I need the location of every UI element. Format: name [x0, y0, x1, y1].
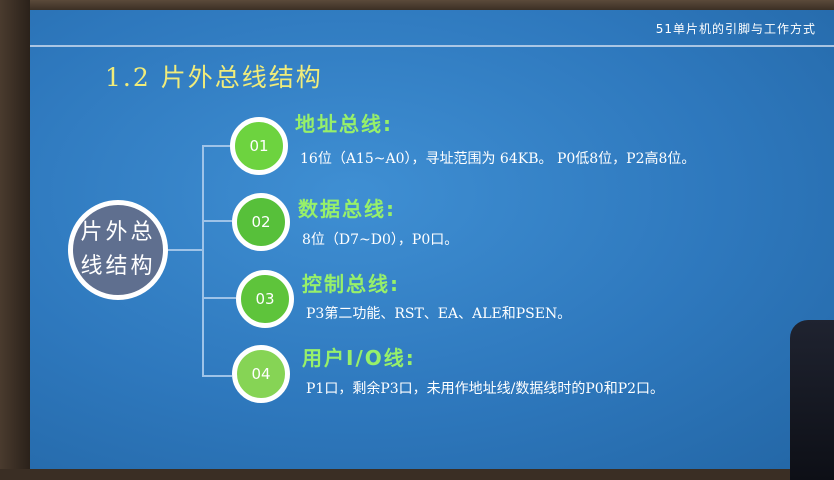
connector-branch-02: [202, 220, 232, 222]
badge-04-number: 04: [251, 365, 271, 383]
item-03-desc: P3第二功能、RST、EA、ALE和PSEN。: [306, 306, 572, 322]
connector-branch-04: [202, 375, 232, 377]
item-01-desc: 16位（A15~A0），寻址范围为 64KB。 P0低8位，P2高8位。: [300, 151, 696, 167]
badge-01: 01: [230, 117, 288, 175]
item-02-title: 数据总线:: [298, 197, 396, 221]
connector-branch-01: [202, 145, 230, 147]
connector-main-stub: [168, 249, 202, 251]
connector-branch-03: [202, 297, 236, 299]
header-divider: [30, 45, 834, 47]
badge-03: 03: [236, 270, 294, 328]
item-02-desc: 8位（D7~D0），P0口。: [302, 232, 459, 248]
badge-04: 04: [232, 345, 290, 403]
center-topic-line1: 片外总: [80, 220, 156, 245]
item-03-title: 控制总线:: [302, 272, 400, 296]
center-topic-line2: 线结构: [80, 254, 156, 279]
center-topic-circle: 片外总 线结构: [68, 200, 168, 300]
presenter-silhouette: [790, 320, 834, 480]
item-04-desc: P1口，剩余P3口，未用作地址线/数据线时的P0和P2口。: [306, 381, 665, 397]
section-title: 1.2 片外总线结构: [105, 63, 323, 92]
badge-02-number: 02: [251, 213, 271, 231]
slide-screen: 51单片机的引脚与工作方式 1.2 片外总线结构 片外总 线结构 01 地址总线…: [30, 10, 834, 469]
monitor-frame-left: [0, 0, 30, 469]
item-04-title: 用户I/O线:: [302, 346, 416, 370]
item-01-title: 地址总线:: [295, 112, 393, 136]
badge-01-number: 01: [249, 137, 269, 155]
badge-03-number: 03: [255, 290, 275, 308]
badge-02: 02: [232, 193, 290, 251]
course-title: 51单片机的引脚与工作方式: [655, 22, 816, 36]
center-topic-label: 片外总 线结构: [78, 216, 158, 284]
slide-header: 51单片机的引脚与工作方式: [30, 10, 834, 50]
connector-vertical: [202, 145, 204, 375]
